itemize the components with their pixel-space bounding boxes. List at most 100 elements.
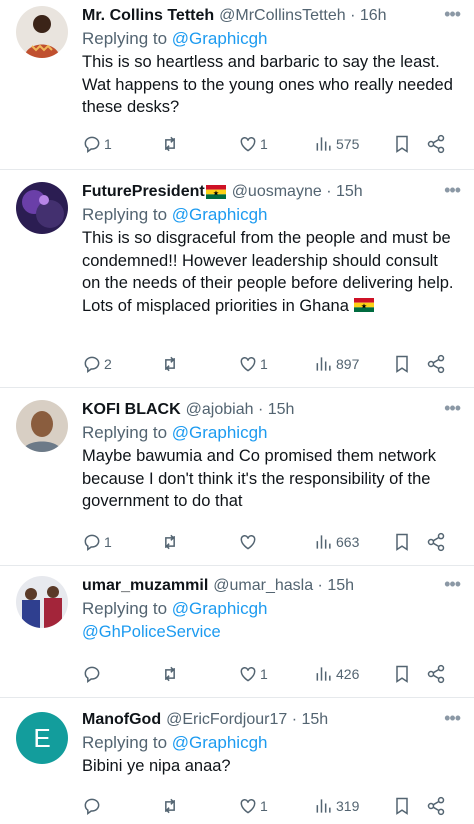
more-icon[interactable]: •••	[444, 4, 461, 25]
tweet[interactable]: Mr. Collins Tetteh @MrCollinsTetteh · 16…	[0, 0, 474, 170]
reply-button[interactable]: 1	[82, 532, 112, 552]
replying-to: Replying to @Graphicgh	[82, 29, 460, 49]
handle-time[interactable]: @EricFordjour17 · 15h	[166, 711, 328, 729]
reply-count: 1	[104, 136, 112, 152]
views-count: 663	[336, 534, 360, 550]
replying-to-label: Replying to	[82, 599, 172, 618]
reply-count: 1	[104, 534, 112, 550]
views-button[interactable]: 575	[314, 134, 359, 154]
like-button[interactable]	[238, 532, 260, 552]
retweet-icon	[165, 356, 175, 372]
tweet[interactable]: E ManofGod @EricFordjour17 · 15h ••• Rep…	[0, 698, 474, 824]
bookmark-button[interactable]	[392, 354, 412, 374]
share-icon	[427, 664, 445, 684]
mention-link[interactable]: @GhPoliceService	[82, 623, 221, 641]
tweet-text: Maybe bawumia and Co promised them netwo…	[82, 447, 437, 510]
avatar[interactable]	[16, 182, 68, 234]
replying-to-label: Replying to	[82, 423, 172, 442]
bookmark-icon	[396, 533, 408, 551]
tweet-text: This is so disgraceful from the people a…	[82, 229, 454, 315]
reply-button[interactable]: 2	[82, 354, 112, 374]
avatar[interactable]	[16, 6, 68, 58]
display-name[interactable]: ManofGod	[82, 711, 161, 729]
share-icon	[427, 134, 445, 154]
retweet-button[interactable]	[160, 796, 182, 816]
heart-icon	[240, 356, 256, 372]
handle-time[interactable]: @MrCollinsTetteh · 16h	[219, 7, 386, 25]
share-button[interactable]	[426, 664, 446, 684]
avatar[interactable]	[16, 576, 68, 628]
retweet-icon	[165, 136, 175, 152]
share-icon	[427, 796, 445, 816]
share-button[interactable]	[426, 796, 446, 816]
replying-to: Replying to @Graphicgh	[82, 733, 460, 753]
handle-time[interactable]: @uosmayne · 15h	[232, 183, 363, 201]
retweet-button[interactable]	[160, 354, 182, 374]
tweet-text: Bibini ye nipa anaa?	[82, 757, 231, 775]
tweet[interactable]: KOFI BLACK @ajobiah · 15h ••• Replying t…	[0, 388, 474, 566]
views-count: 319	[336, 798, 360, 814]
display-name[interactable]: KOFI BLACK	[82, 401, 181, 419]
reply-button[interactable]	[82, 664, 104, 684]
like-button[interactable]: 1	[238, 354, 268, 374]
replying-to: Replying to @Graphicgh	[82, 599, 460, 619]
share-icon	[427, 532, 445, 552]
like-button[interactable]: 1	[238, 664, 268, 684]
views-button[interactable]: 663	[314, 532, 359, 552]
views-icon	[316, 137, 331, 151]
retweet-button[interactable]	[160, 532, 182, 552]
avatar[interactable]	[16, 400, 68, 452]
replying-to-label: Replying to	[82, 205, 172, 224]
like-button[interactable]: 1	[238, 134, 268, 154]
views-icon	[316, 357, 331, 371]
reply-target-link[interactable]: @Graphicgh	[172, 599, 268, 618]
heart-icon	[240, 666, 256, 682]
share-button[interactable]	[426, 532, 446, 552]
reply-icon	[84, 666, 100, 683]
views-button[interactable]: 897	[314, 354, 359, 374]
bookmark-button[interactable]	[392, 664, 412, 684]
views-button[interactable]: 319	[314, 796, 359, 816]
more-icon[interactable]: •••	[444, 398, 461, 419]
more-icon[interactable]: •••	[444, 574, 461, 595]
handle-time[interactable]: @ajobiah · 15h	[186, 401, 295, 419]
replying-to-label: Replying to	[82, 29, 172, 48]
reply-button[interactable]	[82, 796, 104, 816]
bookmark-icon	[396, 797, 408, 815]
reply-target-link[interactable]: @Graphicgh	[172, 29, 268, 48]
tweet[interactable]: FuturePresident @uosmayne · 15h ••• Repl…	[0, 170, 474, 388]
handle-time[interactable]: @umar_hasla · 15h	[213, 577, 354, 595]
reply-icon	[84, 534, 100, 551]
views-button[interactable]: 426	[314, 664, 359, 684]
bookmark-button[interactable]	[392, 796, 412, 816]
display-name[interactable]: Mr. Collins Tetteh	[82, 7, 214, 25]
views-icon	[316, 667, 331, 681]
bookmark-button[interactable]	[392, 134, 412, 154]
more-icon[interactable]: •••	[444, 708, 461, 729]
share-button[interactable]	[426, 134, 446, 154]
avatar-letter: E	[33, 722, 51, 753]
heart-icon	[240, 798, 256, 814]
more-icon[interactable]: •••	[444, 180, 461, 201]
display-name[interactable]: FuturePresident	[82, 183, 205, 201]
bookmark-button[interactable]	[392, 532, 412, 552]
retweet-icon	[165, 666, 175, 682]
retweet-button[interactable]	[160, 664, 182, 684]
reply-target-link[interactable]: @Graphicgh	[172, 733, 268, 752]
reply-icon	[84, 136, 100, 153]
tweet[interactable]: umar_muzammil @umar_hasla · 15h ••• Repl…	[0, 566, 474, 698]
retweet-icon	[165, 798, 175, 814]
reply-target-link[interactable]: @Graphicgh	[172, 205, 268, 224]
tweet-text: @GhPoliceService	[82, 621, 460, 644]
avatar[interactable]: E	[16, 712, 68, 764]
tweet-text-block: This is so disgraceful from the people a…	[82, 227, 460, 317]
share-button[interactable]	[426, 354, 446, 374]
retweet-icon	[165, 534, 175, 550]
like-button[interactable]: 1	[238, 796, 268, 816]
retweet-button[interactable]	[160, 134, 182, 154]
reply-button[interactable]: 1	[82, 134, 112, 154]
ghana-flag-icon	[354, 297, 375, 312]
reply-target-link[interactable]: @Graphicgh	[172, 423, 268, 442]
display-name[interactable]: umar_muzammil	[82, 577, 208, 595]
reply-count: 2	[104, 356, 112, 372]
